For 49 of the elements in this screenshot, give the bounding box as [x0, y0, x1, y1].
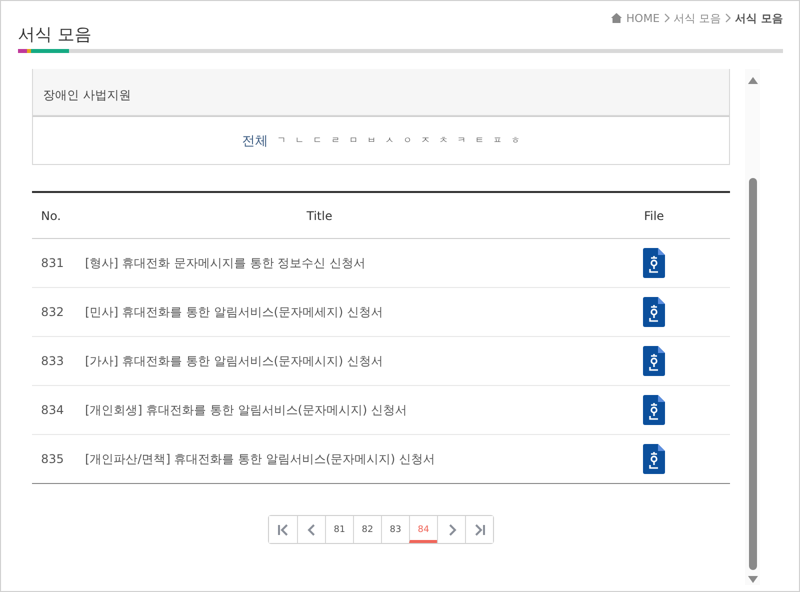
breadcrumb-link[interactable]: 서식 모음 [735, 10, 783, 26]
index-link[interactable]: ㅈ [421, 134, 430, 147]
document-icon[interactable] [643, 297, 665, 327]
index-link[interactable]: ㅋ [457, 134, 466, 147]
index-link[interactable]: ㄱ [277, 134, 286, 147]
index-link[interactable]: ㅂ [367, 134, 376, 147]
scrollbar[interactable] [745, 69, 760, 585]
table-cell-text: 833 [40, 354, 65, 368]
scroll-down-icon[interactable] [748, 576, 758, 583]
chevron-icon [725, 13, 732, 23]
scroll-up-icon[interactable] [748, 77, 758, 84]
index-link[interactable]: ㅇ [403, 134, 412, 147]
document-icon[interactable] [643, 395, 665, 425]
index-link[interactable]: ㅎ [511, 134, 520, 147]
column-header: Title [306, 208, 334, 222]
breadcrumb-link[interactable]: HOME [626, 12, 660, 24]
table-cell-text: 835 [40, 452, 65, 466]
document-icon[interactable] [643, 346, 665, 376]
title-link[interactable]: [가사] 휴대전화를 통한 알림서비스(문자메시지) 신청서 [85, 352, 594, 370]
index-link[interactable]: ㅍ [493, 134, 502, 147]
title-link[interactable]: [형사] 휴대전화 문자메시지를 통한 정보수신 신청서 [85, 254, 594, 272]
index-link[interactable]: ㄷ [313, 134, 322, 147]
first-page-icon [277, 524, 289, 536]
index-link[interactable]: ㅅ [385, 134, 394, 147]
title-link[interactable]: [개인파산/면책] 휴대전화를 통한 알림서비스(문자메시지) 신청서 [85, 450, 594, 468]
index-link[interactable]: ㅊ [439, 134, 448, 147]
chevron-left-icon [306, 524, 318, 536]
page-title: 서식 모음 [18, 24, 92, 45]
index-link[interactable]: ㄹ [331, 134, 340, 147]
scrollbar-thumb[interactable] [748, 178, 756, 570]
column-header: File [642, 208, 666, 222]
index-link[interactable]: 전체 [242, 132, 268, 150]
chevron-icon [664, 13, 670, 23]
table-cell-text: 834 [40, 403, 65, 417]
home-icon [611, 13, 622, 23]
title-link[interactable]: [개인회생] 휴대전화를 통한 알림서비스(문자메시지) 신청서 [85, 402, 594, 418]
index-link[interactable]: ㄴ [295, 134, 304, 147]
title-link[interactable]: [민사] 휴대전화를 통한 알림서비스(문자메세지) 신청서 [85, 304, 594, 320]
document-icon[interactable] [643, 444, 665, 474]
table-cell-text: 831 [40, 256, 65, 270]
index-link[interactable]: ㅁ [349, 134, 358, 147]
column-header: No. [40, 208, 62, 222]
last-page-icon [474, 524, 486, 536]
page-button[interactable] [465, 516, 493, 543]
table-cell-text: 832 [40, 305, 65, 319]
document-icon[interactable] [643, 248, 665, 278]
breadcrumb-link[interactable]: 서식 모음 [674, 10, 722, 26]
category-link[interactable]: 장애인 사법지원 [43, 86, 131, 104]
index-link[interactable]: ㅌ [475, 134, 484, 147]
